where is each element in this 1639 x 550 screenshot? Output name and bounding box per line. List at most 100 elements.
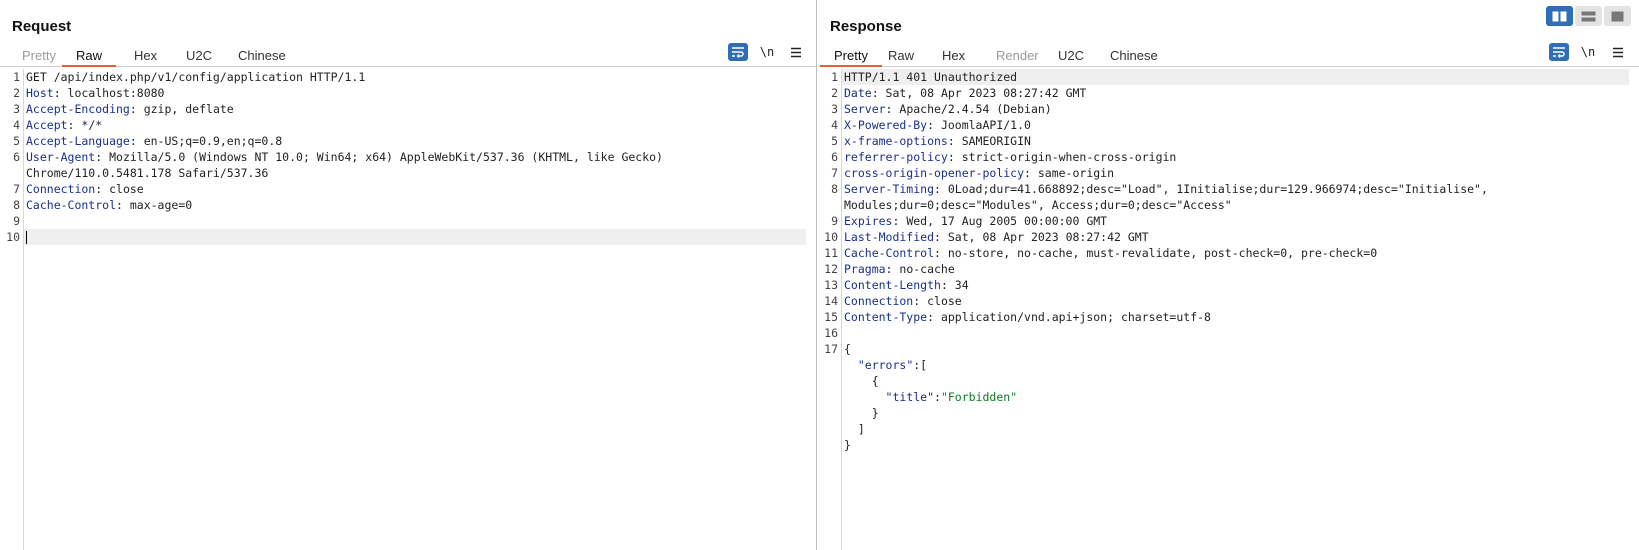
header-name: Content-Type [844,310,928,324]
line-text: : application/vnd.api+json; charset=utf-… [927,310,1211,324]
line-text: : SAMEORIGIN [947,134,1031,148]
json-key: "errors" [857,358,914,372]
line-text: : close [95,182,144,196]
code-line: 14 Connection: close [818,293,1629,309]
code-line: 2 Date: Sat, 08 Apr 2023 08:27:42 GMT [818,85,1629,101]
header-name: Expires [844,214,893,228]
header-name: Server-Timing [844,182,935,196]
line-text: : close [913,294,962,308]
line-number [818,405,842,421]
code-line: { [818,373,1629,389]
line-text: : */* [67,118,103,132]
line-text: : 0Load;dur=41.668892;desc="Load", 1Init… [934,182,1488,196]
code-line: 13 Content-Length: 34 [818,277,1629,293]
line-text: { [844,342,851,356]
response-menu-icon[interactable] [1608,43,1628,61]
show-newlines-button[interactable]: \n [757,43,777,61]
line-number [818,197,842,213]
code-line: } [818,437,1629,453]
stacked-layout-icon[interactable] [1575,6,1602,26]
response-pane: Response Pretty Raw Hex Render U2C Chinese \n… [818,0,1639,550]
response-title: Response [830,18,902,35]
line-number: 3 [13,102,20,116]
code-line: 4 Accept: */* [0,117,806,133]
line-text: : Apache/2.4.54 (Debian) [885,102,1052,116]
line-number: 1 [13,70,20,84]
line-text: : no-cache [885,262,955,276]
header-name: Host [26,86,54,100]
line-text: : max-age=0 [116,198,193,212]
line-text [844,390,886,404]
line-text: ] [844,422,865,436]
line-number: 2 [831,86,838,100]
line-number: 12 [824,262,838,276]
code-line: 17 { [818,341,1629,357]
code-line: 4 X-Powered-By: JoomlaAPI/1.0 [818,117,1629,133]
text-caret [26,231,27,244]
code-line: 11 Cache-Control: no-store, no-cache, mus… [818,245,1629,261]
tab-u2c[interactable]: U2C [172,46,226,67]
json-string: "Forbidden" [940,390,1018,404]
show-newlines-button[interactable]: \n [1578,43,1598,61]
code-line: 2 Host: localhost:8080 [0,85,806,101]
header-name: Accept-Encoding [26,102,130,116]
line-number: 11 [824,246,838,260]
header-name: X-Powered-By [844,118,928,132]
request-menu-icon[interactable] [786,43,806,61]
tab-pretty[interactable]: Pretty [820,46,882,67]
header-name: Connection [844,294,914,308]
header-name: Last-Modified [844,230,935,244]
line-number [818,357,842,373]
tab-chinese[interactable]: Chinese [224,46,300,67]
tab-raw[interactable]: Raw [874,46,928,67]
code-line: 3 Server: Apache/2.4.54 (Debian) [818,101,1629,117]
line-number [818,373,842,389]
line-number: 7 [831,166,838,180]
header-name: cross-origin-opener-policy [844,166,1025,180]
line-text: : strict-origin-when-cross-origin [947,150,1177,164]
header-name: referrer-policy [844,150,948,164]
layout-switcher [1546,6,1631,26]
line-text [844,358,858,372]
code-line: 3 Accept-Encoding: gzip, deflate [0,101,806,117]
header-name: Accept [26,118,68,132]
wrap-lines-icon[interactable] [728,43,748,61]
line-text: : same-origin [1024,166,1115,180]
tab-hex[interactable]: Hex [928,46,979,67]
line-number: 7 [13,182,20,196]
single-layout-icon[interactable] [1604,6,1631,26]
request-pane: Request Pretty Raw Hex U2C Chinese \n 1 GET /… [0,0,817,550]
header-name: Server [844,102,886,116]
tab-u2c[interactable]: U2C [1044,46,1098,67]
code-line: 1 HTTP/1.1 401 Unauthorized [818,69,1629,85]
line-number: 6 [13,150,20,164]
code-line: "title":"Forbidden" [818,389,1629,405]
header-name: Content-Length [844,278,941,292]
line-text: { [844,374,879,388]
tab-render: Render [996,48,1039,63]
line-number: 5 [831,134,838,148]
line-text: HTTP/1.1 401 Unauthorized [844,70,1018,84]
line-text: Modules;dur=0;desc="Modules", Access;dur… [844,198,1232,212]
tab-raw[interactable]: Raw [62,46,117,67]
tab-hex[interactable]: Hex [120,46,171,67]
code-line: 7 cross-origin-opener-policy: same-origin [818,165,1629,181]
line-text: : 34 [940,278,969,292]
line-text: GET /api/index.php/v1/config/application… [26,70,366,84]
line-number: 10 [6,230,20,244]
line-text: : localhost:8080 [53,86,165,100]
code-line: 9 Expires: Wed, 17 Aug 2005 00:00:00 GMT [818,213,1629,229]
line-number: 15 [824,310,838,324]
request-editor[interactable]: 1 GET /api/index.php/v1/config/applicatio… [0,69,816,550]
line-text: : Sat, 08 Apr 2023 08:27:42 GMT [934,230,1149,244]
tab-chinese[interactable]: Chinese [1096,46,1172,67]
code-line: 12 Pragma: no-cache [818,261,1629,277]
json-key: "title" [885,390,935,404]
line-number: 13 [824,278,838,292]
split-layout-icon[interactable] [1546,6,1573,26]
code-line: 10 [0,229,806,245]
wrap-lines-icon[interactable] [1549,43,1569,61]
line-text: } [844,406,879,420]
line-number: 5 [13,134,20,148]
response-editor[interactable]: 1 HTTP/1.1 401 Unauthorized 2 Date: Sat, 08… [818,69,1639,550]
